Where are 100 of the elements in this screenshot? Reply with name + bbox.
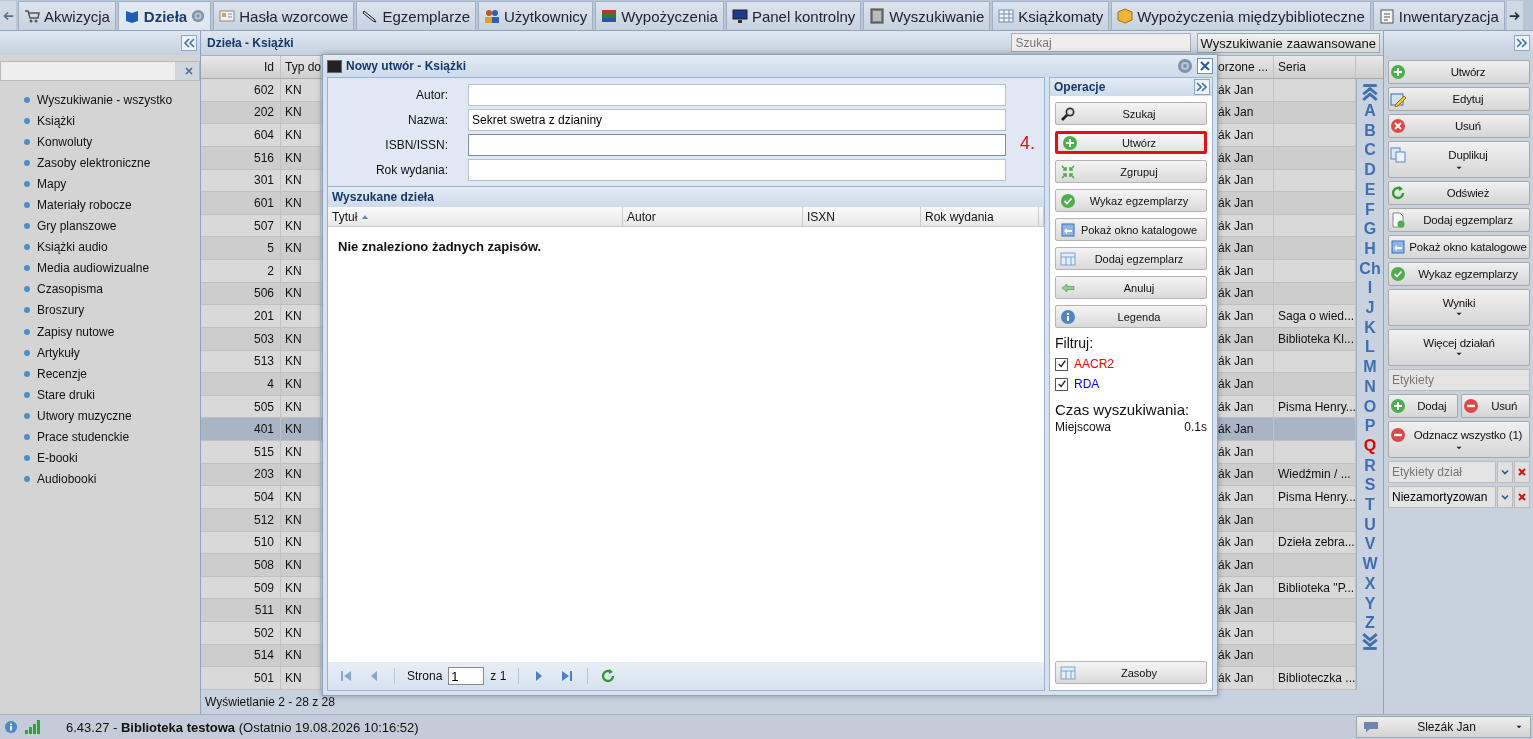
table-cell: 601 — [201, 192, 281, 214]
action-button[interactable]: Edytuj — [1388, 87, 1530, 111]
tab[interactable]: Dzieła — [117, 1, 212, 30]
tab[interactable]: Użytkownicy — [478, 1, 594, 30]
page-label: Strona — [407, 669, 443, 683]
table-cell: KN — [281, 192, 321, 214]
tab[interactable]: Wyszukiwanie — [863, 1, 991, 30]
tab[interactable]: Egzemplarze — [356, 1, 476, 30]
table-cell: Biblioteka Kl... — [1278, 331, 1355, 346]
sidebar-item[interactable]: Książki audio — [24, 236, 200, 258]
delete-icon — [1390, 118, 1406, 134]
operation-button[interactable]: Utwórz — [1055, 131, 1207, 154]
labels-field[interactable]: Etykiety — [1388, 369, 1530, 391]
column-header[interactable]: ISXN — [803, 207, 921, 226]
filter-label: RDA — [1074, 377, 1100, 391]
action-button[interactable]: Wyniki — [1388, 289, 1530, 326]
column-header[interactable]: Seria — [1274, 56, 1356, 78]
tab[interactable]: Wypożyczenia — [595, 1, 724, 30]
scroll-right-button[interactable] — [1506, 1, 1523, 30]
table-cell: KN — [281, 373, 321, 395]
sidebar-item[interactable]: Czasopisma — [24, 278, 200, 300]
table-cell: Dzieła zebra... — [1278, 535, 1355, 550]
sidebar-item[interactable]: Materiały robocze — [24, 194, 200, 216]
table-cell: Biblioteczka ... — [1278, 671, 1356, 686]
filter-field[interactable] — [0, 61, 200, 81]
sidebar-item[interactable]: Książki — [24, 110, 200, 132]
tab[interactable]: Książkomaty — [992, 1, 1110, 30]
search-field[interactable]: Szukaj — [1010, 33, 1191, 52]
column-header[interactable]: Tytuł — [328, 207, 623, 226]
sidebar-item[interactable]: E-booki — [24, 447, 200, 469]
input-field[interactable] — [468, 83, 1006, 106]
table-cell: 401 — [201, 418, 281, 440]
column-header[interactable]: Id — [201, 56, 281, 78]
tab[interactable]: Hasła wzorcowe — [213, 1, 355, 30]
page-field[interactable]: 1 — [448, 667, 485, 685]
action-button[interactable]: Usuń — [1388, 114, 1530, 138]
refresh-icon — [1390, 185, 1406, 201]
remove-label-button[interactable]: Usuń — [1460, 394, 1530, 418]
sidebar-item[interactable]: Broszury — [24, 299, 200, 322]
scroll-left-button[interactable] — [0, 1, 16, 30]
empty-message: Nie znaleziono żadnych zapisów. — [338, 239, 542, 254]
sidebar-item[interactable]: Mapy — [24, 173, 200, 195]
filter-select[interactable]: Niezamortyzowan — [1388, 486, 1496, 508]
column-header[interactable]: Typ do — [281, 56, 321, 78]
operation-button[interactable]: Szukaj — [1055, 102, 1207, 125]
tab[interactable]: Inwentaryzacja — [1372, 1, 1505, 30]
table-cell: 504 — [201, 486, 281, 508]
sidebar-item[interactable]: Utwory muzyczne — [24, 405, 200, 427]
table-cell: KN — [281, 260, 321, 282]
sidebar-item[interactable]: Zapisy nutowe — [24, 321, 200, 343]
card-icon — [1060, 221, 1076, 238]
plus-icon — [1062, 134, 1078, 151]
sidebar-item[interactable]: Recenzje — [24, 363, 200, 385]
unselect-all-button[interactable]: Odznacz wszystko (1) — [1388, 421, 1530, 458]
clear-button[interactable] — [1514, 486, 1530, 508]
column-header[interactable]: Rok wydania — [921, 207, 1039, 226]
work-labels-field[interactable]: Etykiety dział — [1388, 461, 1496, 483]
tab[interactable]: Wypożyczenia międzybiblioteczne — [1111, 1, 1371, 30]
table-cell: 514 — [201, 644, 281, 667]
operation-button[interactable]: Zgrupuj — [1055, 160, 1207, 183]
tab[interactable]: Akwizycja — [18, 1, 116, 30]
sidebar-item[interactable]: Gry planszowe — [24, 215, 200, 237]
sidebar-item[interactable]: Zasoby elektroniczne — [24, 152, 200, 174]
dropdown-button[interactable] — [1497, 486, 1513, 508]
table-cell: KN — [281, 395, 321, 418]
add-label-button[interactable]: Dodaj — [1388, 394, 1458, 418]
action-button[interactable]: Więcej działań — [1388, 329, 1530, 366]
user-button[interactable]: Slezák Jan — [1356, 716, 1531, 738]
action-button[interactable]: Dodaj egzemplarz — [1388, 208, 1530, 232]
table-cell: Wiedźmin / ... — [1278, 467, 1351, 482]
action-button[interactable]: Odśwież — [1388, 181, 1530, 205]
sidebar-item[interactable]: Artykuły — [24, 342, 200, 364]
sidebar-item[interactable]: Konwoluty — [24, 131, 200, 153]
input-field[interactable] — [468, 133, 1006, 156]
sidebar-item[interactable]: Stare druki — [24, 384, 200, 406]
action-button[interactable]: Pokaż okno katalogowe — [1388, 235, 1530, 259]
action-button[interactable]: Utwórz — [1388, 60, 1530, 84]
operation-button[interactable]: Dodaj egzemplarz — [1055, 247, 1207, 270]
dropdown-button[interactable] — [1497, 461, 1513, 483]
sidebar-item[interactable]: Media audiowizualne — [24, 257, 200, 279]
sidebar-item[interactable]: Prace studenckie — [24, 426, 200, 448]
action-button[interactable]: Wykaz egzemplarzy — [1388, 262, 1530, 286]
double-down-icon — [1361, 633, 1379, 651]
operation-button[interactable]: Legenda — [1055, 305, 1207, 328]
operation-button[interactable]: Wykaz egzemplarzy — [1055, 189, 1207, 212]
input-field[interactable]: Sekret swetra z dzianiny — [468, 108, 1006, 131]
pencil-icon — [1390, 91, 1406, 107]
column-header[interactable]: Autor — [623, 207, 803, 226]
advanced-search-button[interactable]: Wyszukiwanie zaawansowane — [1196, 33, 1380, 53]
input-field[interactable] — [468, 158, 1006, 181]
checkbox[interactable] — [1055, 357, 1068, 371]
resources-button[interactable]: Zasoby — [1055, 661, 1207, 684]
checkbox[interactable] — [1055, 377, 1068, 391]
sidebar-item[interactable]: Wyszukiwanie - wszystko — [24, 89, 200, 111]
operation-button[interactable]: Anuluj — [1055, 276, 1207, 299]
tab[interactable]: Panel kontrolny — [725, 1, 862, 30]
sidebar-item[interactable]: Audiobooki — [24, 468, 200, 490]
operation-button[interactable]: Pokaż okno katalogowe — [1055, 218, 1207, 241]
clear-button[interactable] — [1514, 461, 1530, 483]
action-button[interactable]: Duplikuj — [1388, 141, 1530, 178]
